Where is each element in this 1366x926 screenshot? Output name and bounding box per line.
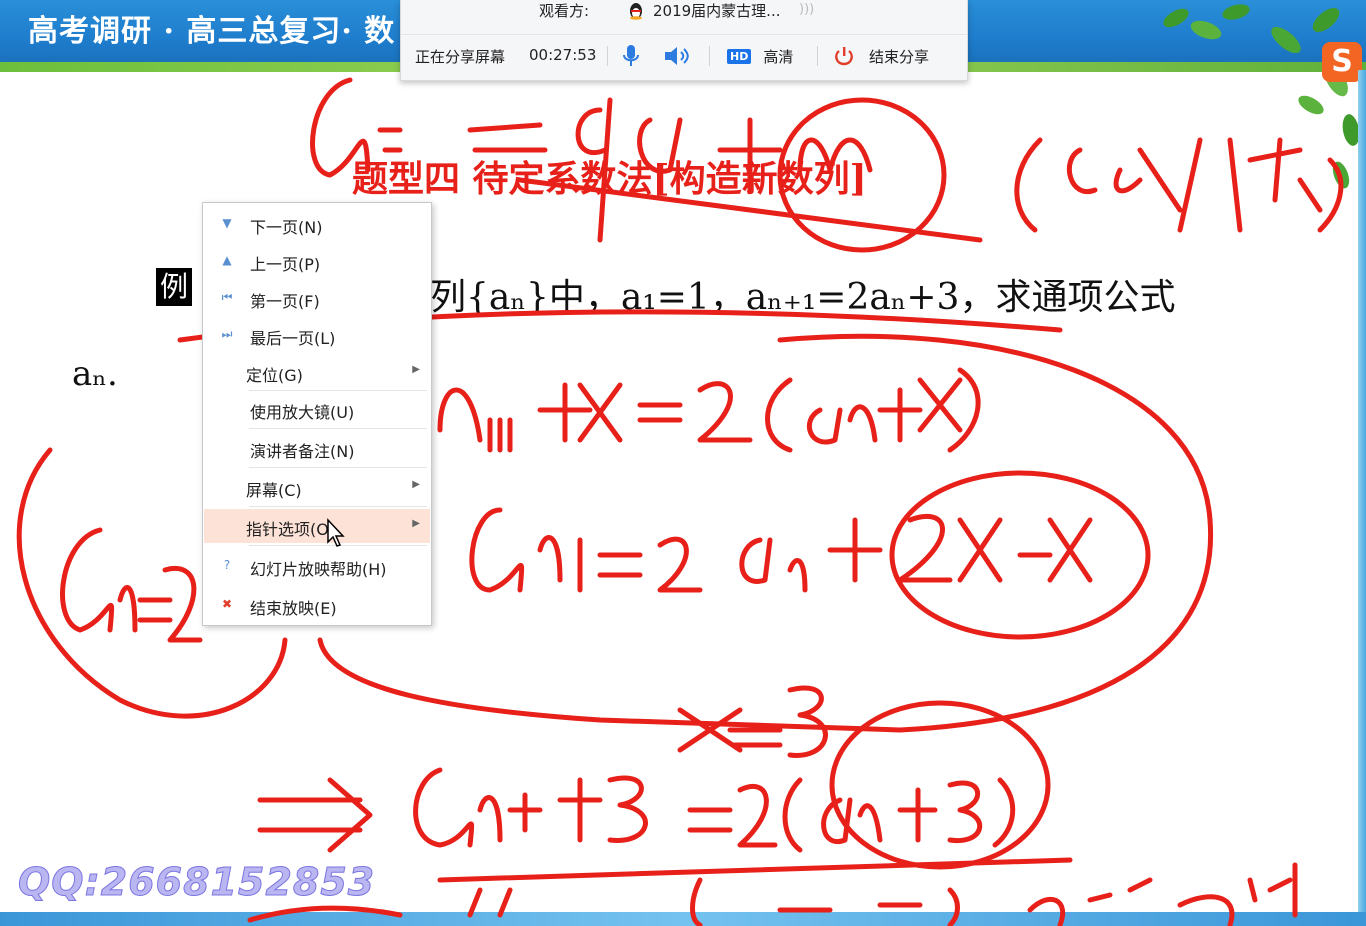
submenu-arrow-icon: ▶	[412, 479, 420, 490]
menu-item-screen[interactable]: 屏幕(C) ▶	[204, 470, 430, 504]
toolbar-divider	[709, 46, 710, 66]
viewer-name: 2019届内蒙古理...	[653, 2, 781, 20]
toolbar-separator	[401, 34, 967, 35]
menu-item-label: 上一页(P)	[250, 255, 321, 274]
help-icon: ?	[223, 558, 231, 572]
menu-item-last-page[interactable]: ⏭ 最后一页(L)	[204, 318, 430, 352]
hd-badge: HD	[727, 48, 752, 64]
menu-item-pointer-options[interactable]: 指针选项(O) ▶	[204, 509, 430, 543]
menu-item-next-page[interactable]: ▼ 下一页(N)	[204, 207, 430, 241]
first-page-icon: ⏮	[221, 290, 233, 304]
slide-header-title: 高考调研 · 高三总复习· 数	[28, 14, 396, 49]
toolbar-divider	[817, 46, 818, 66]
share-status: 正在分享屏幕	[415, 48, 506, 66]
problem-text-line2: aₙ.	[72, 354, 118, 394]
speaker-icon	[665, 47, 689, 65]
submenu-arrow-icon: ▶	[412, 518, 420, 529]
qq-penguin-icon	[630, 3, 642, 20]
speaker-button[interactable]	[663, 40, 691, 72]
share-timer: 00:27:53	[529, 46, 597, 64]
qq-watermark: QQ:2668152853	[17, 860, 376, 905]
menu-item-magnifier[interactable]: 使用放大镜(U)	[204, 392, 430, 426]
hd-quality-button[interactable]: HD 高清	[727, 40, 793, 72]
end-show-icon: ✖	[221, 597, 233, 611]
submenu-arrow-icon: ▶	[412, 364, 420, 375]
menu-item-label: 下一页(N)	[250, 218, 323, 237]
triangle-down-icon: ▼	[222, 216, 232, 230]
viewer-label: 观看方:	[539, 2, 590, 20]
speaker-small-icon: )))	[799, 2, 815, 17]
slideshow-context-menu: ▼ 下一页(N) ▲ 上一页(P) ⏮ 第一页(F) ⏭ 最后一页(L) 定位(…	[202, 202, 432, 626]
menu-item-first-page[interactable]: ⏮ 第一页(F)	[204, 281, 430, 315]
menu-item-slideshow-help[interactable]: ? 幻灯片放映帮助(H)	[204, 549, 430, 583]
power-icon	[835, 47, 853, 66]
mouse-pointer-icon	[327, 518, 345, 547]
menu-divider	[249, 428, 427, 429]
menu-divider	[249, 390, 427, 391]
menu-item-label: 结束放映(E)	[250, 599, 337, 618]
leaf-decoration-icon	[1163, 4, 1360, 189]
menu-item-label: 幻灯片放映帮助(H)	[250, 560, 387, 579]
microphone-button[interactable]	[621, 40, 641, 72]
menu-item-speaker-notes[interactable]: 演讲者备注(N)	[204, 431, 430, 465]
microphone-icon	[623, 45, 639, 66]
slide-right-border	[1358, 70, 1366, 926]
menu-divider	[249, 467, 427, 468]
menu-divider	[249, 506, 427, 507]
menu-item-label: 指针选项(O)	[246, 520, 336, 539]
menu-item-label: 演讲者备注(N)	[250, 442, 355, 461]
slide-bottom-bar	[0, 912, 1366, 926]
menu-item-label: 最后一页(L)	[250, 329, 336, 348]
menu-item-label: 屏幕(C)	[246, 481, 302, 500]
menu-item-label: 定位(G)	[246, 366, 303, 385]
slide-title: 题型四 待定系数法[构造新数列]	[352, 158, 867, 200]
sogou-ime-icon: S	[1322, 42, 1362, 82]
triangle-up-icon: ▲	[222, 253, 232, 267]
menu-item-goto[interactable]: 定位(G) ▶	[204, 355, 430, 389]
menu-item-previous-page[interactable]: ▲ 上一页(P)	[204, 244, 430, 278]
example-badge: 例	[156, 268, 192, 306]
last-page-icon: ⏭	[221, 327, 233, 341]
menu-item-label: 使用放大镜(U)	[250, 403, 355, 422]
hd-label: 高清	[763, 47, 794, 66]
menu-item-label: 第一页(F)	[250, 292, 320, 311]
screen-share-toolbar: 观看方: 2019届内蒙古理... ))) 正在分享屏幕 00:27:53 HD…	[400, 0, 968, 81]
end-share-button[interactable]: 结束分享	[833, 40, 929, 72]
toolbar-divider	[607, 46, 608, 66]
menu-item-end-show[interactable]: ✖ 结束放映(E)	[204, 588, 430, 622]
end-share-label: 结束分享	[869, 47, 930, 66]
problem-text-line1: 列{aₙ}中，a₁=1，aₙ₊₁=2aₙ+3，求通项公式	[430, 277, 1176, 318]
